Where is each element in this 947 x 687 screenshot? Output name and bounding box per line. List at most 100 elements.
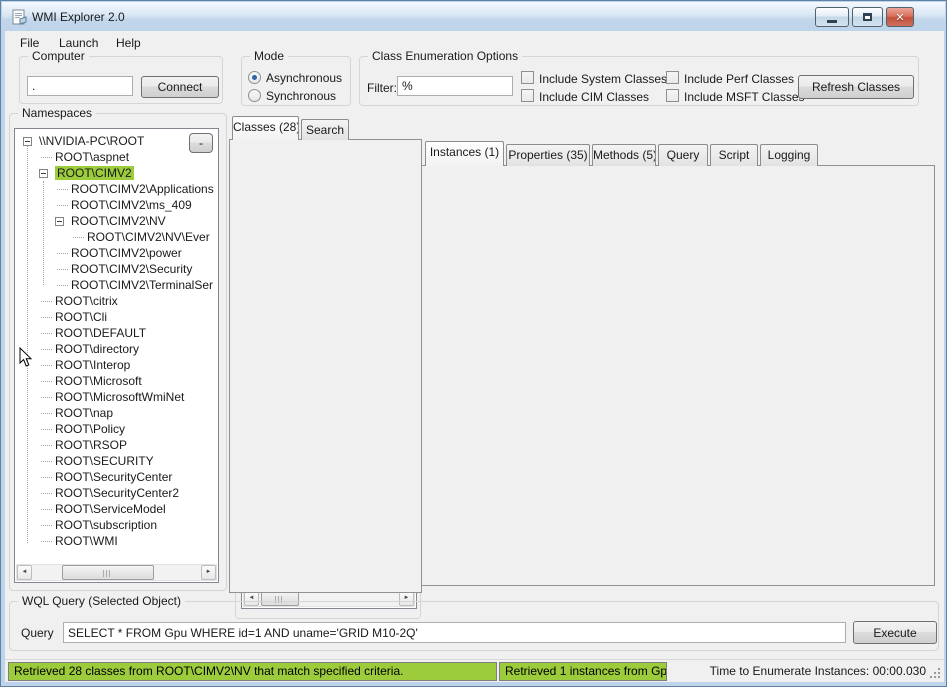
connect-button[interactable]: Connect [141, 76, 219, 98]
tab-search[interactable]: Search [301, 119, 349, 140]
tree-item[interactable]: ROOT\WMI [15, 533, 218, 549]
tree-item[interactable]: ROOT\Microsoft [15, 373, 218, 389]
tree-item[interactable]: ROOT\CIMV2\Applications [15, 181, 218, 197]
tree-connector [41, 429, 52, 430]
checkbox-include-msft-classes[interactable] [666, 89, 679, 102]
tab-methods[interactable]: Methods (5) [592, 144, 656, 166]
tree-connector [57, 205, 68, 206]
tree-item-label: ROOT\CIMV2\Applications [71, 182, 214, 196]
radio-synchronous[interactable] [248, 89, 261, 102]
tree-item[interactable]: ROOT\Policy [15, 421, 218, 437]
tree-item-label: ROOT\CIMV2\power [71, 246, 182, 260]
tree-item[interactable]: ROOT\CIMV2 [15, 165, 218, 181]
tab-script[interactable]: Script [710, 144, 758, 166]
tab-query[interactable]: Query [658, 144, 708, 166]
tree-item[interactable]: ROOT\Cli [15, 309, 218, 325]
refresh-classes-button[interactable]: Refresh Classes [798, 75, 914, 99]
class-filter-input[interactable] [397, 76, 513, 96]
computer-group-label: Computer [28, 49, 89, 63]
status-instances-message: Retrieved 1 instances from Gpu [499, 662, 667, 681]
minimize-button[interactable] [815, 7, 849, 27]
tree-connector [41, 509, 52, 510]
tree-item-label: ROOT\RSOP [55, 438, 127, 452]
tree-collapse-icon[interactable] [55, 217, 64, 226]
maximize-button[interactable] [852, 7, 883, 27]
resize-grip-icon[interactable] [938, 668, 940, 670]
tree-item[interactable]: ROOT\MicrosoftWmiNet [15, 389, 218, 405]
tab-properties[interactable]: Properties (35) [506, 144, 590, 166]
scroll-left-icon[interactable]: ◄ [17, 565, 32, 580]
tree-item[interactable]: ROOT\ServiceModel [15, 501, 218, 517]
tree-item[interactable]: ROOT\CIMV2\Security [15, 261, 218, 277]
mouse-cursor-icon [19, 347, 32, 367]
tree-item-label: ROOT\directory [55, 342, 139, 356]
tree-item[interactable]: ROOT\nap [15, 405, 218, 421]
tree-item-label: ROOT\CIMV2\TerminalSer [71, 278, 213, 292]
window-title: WMI Explorer 2.0 [32, 10, 125, 24]
class-enum-options-label: Class Enumeration Options [368, 49, 522, 63]
tree-item-label: ROOT\SECURITY [55, 454, 154, 468]
tree-item-label: ROOT\DEFAULT [55, 326, 146, 340]
tree-item[interactable]: ROOT\CIMV2\NV [15, 213, 218, 229]
minimize-icon [827, 20, 837, 23]
tree-item[interactable]: ROOT\Interop [15, 357, 218, 373]
tree-item[interactable]: ROOT\CIMV2\TerminalSer [15, 277, 218, 293]
query-input[interactable] [63, 622, 846, 643]
filter-label: Filter: [367, 81, 397, 95]
tree-item[interactable]: ROOT\SECURITY [15, 453, 218, 469]
radio-asynchronous[interactable] [248, 71, 261, 84]
tree-item-label: ROOT\citrix [55, 294, 118, 308]
tree-connector [73, 237, 84, 238]
scroll-right-icon[interactable]: ► [201, 565, 216, 580]
tree-connector [57, 269, 68, 270]
tree-item[interactable]: ROOT\subscription [15, 517, 218, 533]
checkbox-include-system-classes-label: Include System Classes [539, 72, 667, 86]
tree-item-label: ROOT\subscription [55, 518, 157, 532]
tree-item-label: ROOT\CIMV2\Security [71, 262, 192, 276]
computer-input[interactable] [27, 76, 133, 96]
status-classes-message: Retrieved 28 classes from ROOT\CIMV2\NV … [8, 662, 497, 681]
tree-item[interactable]: ROOT\SecurityCenter [15, 469, 218, 485]
app-icon [11, 9, 27, 25]
tree-collapse-icon[interactable] [23, 137, 32, 146]
query-label: Query [21, 626, 54, 640]
title-bar[interactable]: WMI Explorer 2.0 ✕ [2, 2, 945, 31]
tree-item[interactable]: ROOT\CIMV2\ms_409 [15, 197, 218, 213]
checkbox-include-perf-classes-label: Include Perf Classes [684, 72, 794, 86]
tree-connector [41, 317, 52, 318]
tree-item-label: ROOT\MicrosoftWmiNet [55, 390, 184, 404]
tree-connector [41, 333, 52, 334]
classes-page [229, 139, 422, 593]
tab-instances[interactable]: Instances (1) [425, 141, 504, 166]
namespaces-collapse-button[interactable]: - [189, 133, 213, 153]
tree-item[interactable]: ROOT\CIMV2\NV\Ever [15, 229, 218, 245]
tab-classes[interactable]: Classes (28) [232, 116, 299, 140]
checkbox-include-perf-classes[interactable] [666, 71, 679, 84]
namespaces-hscrollbar[interactable]: ◄ ► [16, 564, 217, 581]
tree-connector [41, 445, 52, 446]
close-button[interactable]: ✕ [886, 7, 914, 27]
scroll-thumb[interactable] [62, 565, 154, 580]
checkbox-include-system-classes[interactable] [521, 71, 534, 84]
tree-item[interactable]: ROOT\aspnet [15, 149, 218, 165]
menu-help[interactable]: Help [112, 35, 145, 51]
tree-connector [41, 541, 52, 542]
tree-item[interactable]: ROOT\CIMV2\power [15, 245, 218, 261]
checkbox-include-msft-classes-label: Include MSFT Classes [684, 90, 805, 104]
tree-connector [57, 189, 68, 190]
tree-item[interactable]: \\NVIDIA-PC\ROOT [15, 133, 218, 149]
execute-button[interactable]: Execute [853, 621, 937, 644]
status-bar: Retrieved 28 classes from ROOT\CIMV2\NV … [5, 659, 944, 682]
tree-item[interactable]: ROOT\citrix [15, 293, 218, 309]
tree-item[interactable]: ROOT\RSOP [15, 437, 218, 453]
tree-item[interactable]: ROOT\directory [15, 341, 218, 357]
checkbox-include-cim-classes[interactable] [521, 89, 534, 102]
tree-connector [41, 413, 52, 414]
tree-item-label: ROOT\nap [55, 406, 113, 420]
tree-item[interactable]: ROOT\SecurityCenter2 [15, 485, 218, 501]
tab-logging[interactable]: Logging [760, 144, 818, 166]
tree-connector [57, 285, 68, 286]
tree-item[interactable]: ROOT\DEFAULT [15, 325, 218, 341]
tree-connector [41, 525, 52, 526]
tree-collapse-icon[interactable] [39, 169, 48, 178]
